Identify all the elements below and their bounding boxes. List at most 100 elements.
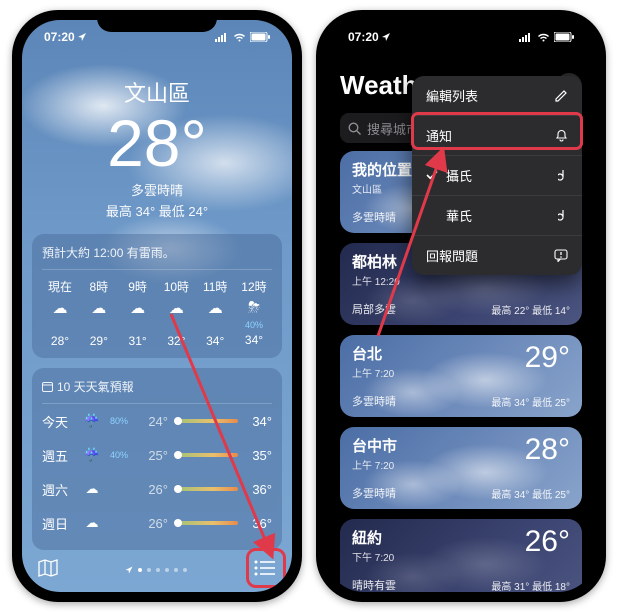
city-hilo: 最高 34° 最低 25° <box>491 486 570 501</box>
signal-icon <box>215 33 229 42</box>
city-card[interactable]: 台北上午 7:20多雲時晴29°最高 34° 最低 25° <box>340 335 582 417</box>
daily-temp-bar <box>176 453 238 457</box>
city-condition: 晴時有雲 <box>352 577 396 592</box>
city-temp: 26° <box>525 527 570 557</box>
daily-temp-bar <box>176 521 238 525</box>
menu-notify-label: 通知 <box>426 126 452 145</box>
thermometer-icon <box>558 209 568 223</box>
hour-weather-icon: ☁ <box>169 299 184 317</box>
city-subtitle: 上午 12:20 <box>352 273 400 288</box>
daily-precip-pct: 80% <box>110 416 134 426</box>
city-subtitle: 上午 7:20 <box>352 457 397 472</box>
hour-label: 8時 <box>89 278 108 295</box>
context-menu: 編輯列表 通知 攝氏 華氏 <box>412 76 582 275</box>
hour-label: 11時 <box>203 278 227 295</box>
city-name: 台中市 <box>352 435 397 456</box>
daily-row[interactable]: 週六☁26°36° <box>42 472 272 506</box>
hour-temp: 34° <box>206 334 224 348</box>
wifi-icon <box>537 33 550 42</box>
daily-temp-bar <box>176 419 238 423</box>
city-condition: 多雲時晴 <box>352 485 397 501</box>
city-name: 紐約 <box>352 527 396 548</box>
city-condition: 多雲時晴 <box>352 209 412 225</box>
daily-row[interactable]: 週五☔40%25°35° <box>42 438 272 472</box>
daily-day: 週六 <box>42 480 74 499</box>
daily-day: 今天 <box>42 412 74 431</box>
map-button[interactable] <box>38 559 58 582</box>
city-name: 我的位置 <box>352 159 412 180</box>
hour-label: 12時 <box>241 278 266 295</box>
location-arrow-icon <box>125 566 133 574</box>
ten-day-forecast-card[interactable]: 10 天天氣預報 今天☔80%24°34°週五☔40%25°35° 週六 ☁ 26° 3… <box>32 368 282 550</box>
daily-day: 週日 <box>42 514 74 533</box>
city-card[interactable]: 台中市上午 7:20多雲時晴28°最高 34° 最低 25° <box>340 427 582 509</box>
hour-label: 10時 <box>164 278 189 295</box>
menu-edit-label: 編輯列表 <box>426 86 478 105</box>
hour-weather-icon: ☁ <box>208 299 223 317</box>
daily-lo: 26° <box>142 516 168 531</box>
hourly-forecast-card[interactable]: 預計大約 12:00 有雷雨。 現在☁28°8時☁29°9時☁31°10時☁32… <box>32 234 282 358</box>
thermometer-icon <box>558 169 568 183</box>
notch <box>97 10 217 32</box>
city-temp: 29° <box>525 343 570 373</box>
message-exclaim-icon <box>554 249 568 262</box>
hourly-col: 現在☁28° <box>42 278 78 348</box>
page-dots[interactable] <box>125 566 187 574</box>
menu-fahrenheit[interactable]: 華氏 <box>412 196 582 236</box>
city-subtitle: 上午 7:20 <box>352 365 396 380</box>
hour-weather-icon: ☁ <box>91 299 106 317</box>
hour-weather-icon: ☁ <box>130 299 145 317</box>
daily-hi: 35° <box>246 448 272 463</box>
daily-precip-pct: 40% <box>110 450 134 460</box>
daily-row[interactable]: 今天☔80%24°34° <box>42 404 272 438</box>
list-icon <box>254 560 276 576</box>
hourly-col: 11時 ☁ 34° <box>197 278 233 348</box>
hour-temp: 31° <box>129 334 147 348</box>
hour-weather-icon: ⛈ <box>248 299 260 316</box>
status-time: 07:20 <box>44 30 75 44</box>
city-card[interactable]: 紐約下午 7:20晴時有雲26°最高 31° 最低 18° <box>340 519 582 592</box>
ten-day-title: 10 天天氣預報 <box>57 378 134 395</box>
location-arrow-icon <box>77 32 87 42</box>
signal-icon <box>519 33 533 42</box>
location-arrow-icon <box>381 32 391 42</box>
status-time: 07:20 <box>348 30 379 44</box>
battery-icon <box>250 32 270 42</box>
hourly-col: 9時☁31° <box>120 278 156 348</box>
hourly-col: 12時⛈40%34° <box>236 278 272 348</box>
daily-weather-icon: ☁ <box>82 515 102 531</box>
calendar-icon <box>42 381 53 392</box>
city-condition: 局部多雲 <box>352 301 400 317</box>
city-subtitle: 文山區 <box>352 181 412 196</box>
city-hilo: 最高 31° 最低 18° <box>491 578 570 592</box>
daily-day: 週五 <box>42 446 74 465</box>
weather-hilo: 最高 34° 最低 24° <box>22 201 292 220</box>
menu-report-label: 回報問題 <box>426 246 478 265</box>
menu-report-issue[interactable]: 回報問題 <box>412 236 582 275</box>
menu-fahrenheit-label: 華氏 <box>440 206 558 225</box>
hourly-col: 10時 ☁ 32° <box>158 278 194 348</box>
map-icon <box>38 559 58 577</box>
daily-lo: 26° <box>142 482 168 497</box>
hourly-alert: 預計大約 12:00 有雷雨。 <box>42 244 175 261</box>
city-name: 台北 <box>352 343 396 364</box>
battery-icon <box>554 32 574 42</box>
phone-weather-detail: 07:20 文山區 28° 多雲時晴 最高 34° 最低 24° 預計大約 12 <box>12 10 302 602</box>
wifi-icon <box>233 33 246 42</box>
daily-row[interactable]: 週日☁26°36° <box>42 506 272 540</box>
daily-hi: 36° <box>246 482 272 497</box>
menu-notifications[interactable]: 通知 <box>412 116 582 156</box>
menu-celsius-label: 攝氏 <box>440 166 558 185</box>
menu-edit-list[interactable]: 編輯列表 <box>412 76 582 116</box>
hour-precip-pct: 40% <box>245 320 263 329</box>
daily-hi: 34° <box>246 414 272 429</box>
city-name: 都柏林 <box>352 251 400 272</box>
current-temp: 28° <box>22 110 292 176</box>
hour-label: 現在 <box>48 278 72 295</box>
hour-temp: 29° <box>90 334 108 348</box>
menu-celsius[interactable]: 攝氏 <box>412 156 582 196</box>
list-button[interactable] <box>254 560 276 581</box>
phone-weather-list: 07:20 Weather 搜尋城市或機場 我的位置文山區多雲 <box>316 10 606 602</box>
notch <box>401 10 521 32</box>
hour-temp: 32° <box>167 334 185 348</box>
